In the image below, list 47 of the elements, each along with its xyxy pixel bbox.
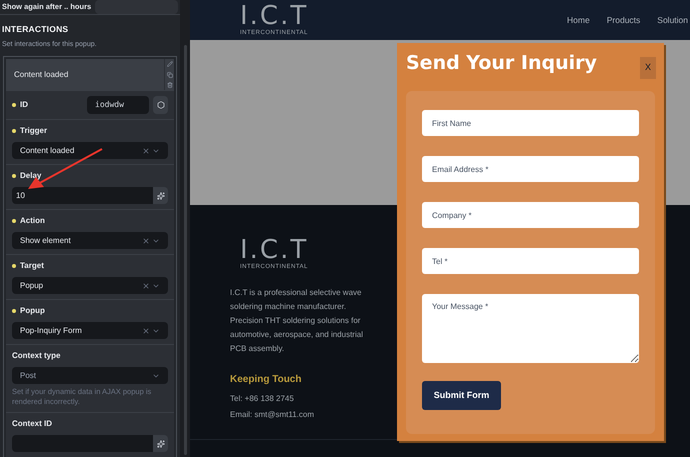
dynamic-data-button[interactable] — [153, 435, 168, 452]
sparkle-icon — [156, 440, 164, 448]
hours-field[interactable] — [95, 0, 178, 14]
text-field[interactable] — [12, 435, 153, 452]
id-field[interactable]: iodwdw — [87, 96, 149, 114]
scrollbar[interactable] — [180, 0, 190, 457]
input-field[interactable]: First Name — [422, 110, 639, 136]
section-title: INTERACTIONS — [2, 23, 70, 36]
dynamic-data-button[interactable] — [153, 187, 168, 204]
input-field[interactable]: Company * — [422, 202, 639, 228]
trash-icon[interactable] — [166, 82, 172, 88]
sparkle-icon — [156, 192, 164, 200]
phone-text: Tel: +86 138 2745 — [230, 393, 295, 405]
clear-icon[interactable] — [142, 236, 150, 245]
copy-button[interactable] — [153, 96, 168, 114]
label-text: Context ID — [12, 418, 53, 430]
select-field[interactable]: Content loaded — [12, 142, 168, 160]
label-text: Action — [12, 215, 168, 228]
nav-link[interactable]: Products — [606, 14, 640, 26]
submit-button[interactable]: Submit Form — [422, 381, 501, 410]
label-text: Trigger — [12, 125, 168, 138]
nav-link[interactable]: Solution — [657, 14, 688, 26]
email-text: Email: smt@smt11.com — [230, 409, 315, 421]
select-field[interactable]: Popup — [12, 277, 168, 294]
label-text: Delay — [12, 170, 168, 182]
label-text: Popup — [12, 305, 168, 318]
close-button[interactable]: X — [640, 57, 656, 79]
label-text: Context type — [12, 350, 62, 362]
clear-icon[interactable] — [142, 326, 150, 335]
input-field[interactable]: Email Address * — [422, 156, 639, 182]
label-text: ID — [12, 99, 83, 112]
popup-title: Send Your Inquiry — [406, 52, 598, 74]
nav-link[interactable]: Home — [567, 14, 590, 26]
hexagon-icon — [156, 101, 164, 110]
select-field[interactable]: Show element — [12, 232, 168, 250]
about-text: I.C.T is a professional selective wave soldering machine manufacturer. Precision THT soldering solutions for automotive, aerospace, and industrial PCB assembly. — [230, 287, 364, 355]
copy-icon[interactable] — [166, 72, 172, 78]
input-field[interactable]: Tel * — [422, 248, 639, 274]
message-field[interactable]: Your Message * — [422, 294, 639, 363]
select-field[interactable]: Pop-Inquiry Form — [12, 322, 168, 340]
label-text: Target — [12, 260, 168, 272]
contact-heading: Keeping Touch — [230, 373, 302, 387]
edit-icon[interactable] — [166, 61, 172, 68]
select-field[interactable]: Post — [12, 367, 168, 384]
clear-icon[interactable] — [142, 146, 150, 155]
clear-icon[interactable] — [142, 282, 150, 290]
text-field[interactable]: 10 — [12, 187, 153, 204]
